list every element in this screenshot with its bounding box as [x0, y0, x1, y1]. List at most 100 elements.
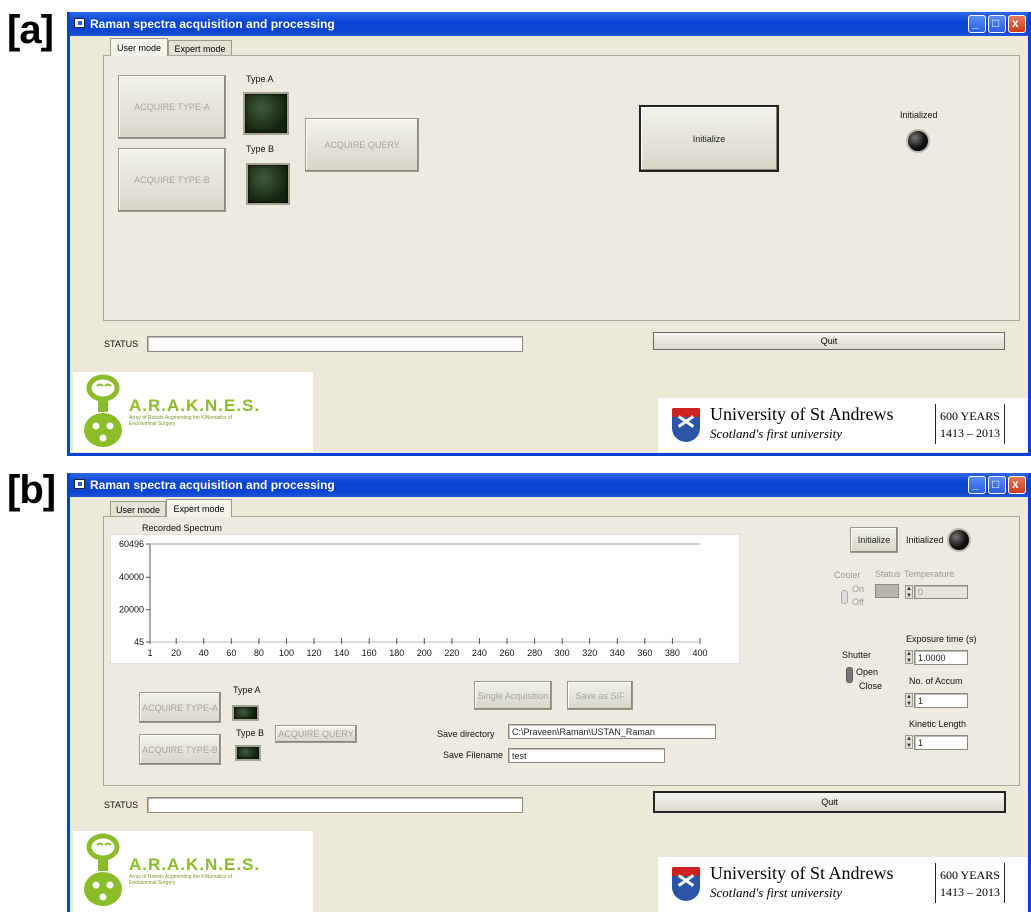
tab-user-mode[interactable]: User mode [110, 38, 168, 56]
exposure-label: Exposure time (s) [906, 634, 977, 644]
shutter-close-label: Close [859, 681, 883, 691]
tab-page: Recorded Spectrum 60496 40000 20000 45 1 20 40… [103, 516, 1020, 786]
y-tick-label: 60496 [119, 539, 144, 549]
x-tick-label: 40 [199, 648, 209, 658]
save-as-sif-button[interactable]: Save as SIF [567, 681, 633, 710]
cooler-on-label: On [852, 584, 865, 594]
araknes-subtitle: Array of Robots Augmenting the KiNematic… [129, 415, 233, 427]
x-tick-label: 80 [254, 648, 264, 658]
status-field [147, 797, 523, 813]
type-a-label: Type A [246, 74, 274, 84]
exposure-spinner[interactable]: ▲ ▼ [905, 650, 913, 664]
x-tick-label: 100 [279, 648, 294, 658]
x-tick-label: 160 [362, 648, 377, 658]
x-tick-label: 320 [582, 648, 597, 658]
kinetic-label: Kinetic Length [909, 719, 967, 729]
minimize-button[interactable]: _ [968, 476, 986, 494]
x-tick-label: 120 [307, 648, 322, 658]
x-tick-label: 340 [610, 648, 625, 658]
maximize-button[interactable]: □ [988, 15, 1006, 33]
cooler-toggle[interactable] [841, 590, 848, 604]
shutter-toggle[interactable] [846, 667, 853, 683]
maximize-icon: □ [992, 16, 1000, 30]
x-tick-label: 20 [171, 648, 181, 658]
single-acquisition-button[interactable]: Single Acquisition [474, 681, 552, 710]
x-tick-label: 1 [147, 648, 152, 658]
temperature-spinner[interactable]: ▲ ▼ [905, 585, 913, 599]
cooler-status-indicator [875, 584, 899, 598]
status-label: STATUS [104, 800, 139, 810]
accum-field[interactable]: 1 [914, 693, 968, 708]
x-tick-label: 60 [226, 648, 236, 658]
x-tick-label: 240 [472, 648, 487, 658]
close-icon: x [1012, 16, 1019, 30]
x-tick-label: 200 [417, 648, 432, 658]
minimize-button[interactable]: _ [968, 15, 986, 33]
spectrum-chart: 604964000020000451 20 40 60 80 100 120 140 160 18… [110, 534, 740, 664]
close-icon: x [1012, 477, 1019, 491]
quit-button[interactable]: Quit [653, 791, 1006, 813]
maximize-icon: □ [992, 477, 1000, 491]
cooler-off-label: Off [852, 597, 864, 607]
university-name: University of St Andrews [710, 863, 894, 883]
app-icon [74, 18, 85, 28]
acquire-query-button[interactable]: ACQUIRE QUERY [275, 725, 357, 743]
close-button[interactable]: x [1008, 476, 1026, 494]
type-a-label: Type A [233, 685, 261, 695]
tab-user-mode[interactable]: User mode [110, 501, 166, 517]
anniversary-range: 1413 – 2013 [940, 426, 1000, 440]
x-tick-label: 300 [555, 648, 570, 658]
x-tick-label: 140 [334, 648, 349, 658]
cooler-label: Cooler [834, 570, 861, 580]
exposure-field[interactable]: 1.0000 [914, 650, 968, 665]
chart-title: Recorded Spectrum [142, 523, 223, 533]
university-tagline: Scotland's first university [710, 885, 843, 900]
status-label: STATUS [104, 339, 139, 349]
kinetic-spinner[interactable]: ▲ ▼ [905, 735, 913, 749]
quit-button[interactable]: Quit [653, 332, 1005, 350]
acquire-type-a-button[interactable]: ACQUIRE TYPE-A [118, 75, 226, 139]
acquire-type-b-button[interactable]: ACQUIRE TYPE-B [139, 734, 221, 765]
maximize-button[interactable]: □ [988, 476, 1006, 494]
initialize-button[interactable]: Initialize [850, 527, 898, 553]
app-icon [74, 479, 85, 489]
save-directory-field[interactable]: C:\Praveen\Raman\USTAN_Raman [508, 724, 716, 739]
acquire-type-b-button[interactable]: ACQUIRE TYPE-B [118, 148, 226, 212]
araknes-subtitle: Array of Robots Augmenting the KiNematic… [129, 874, 233, 886]
window-title: Raman spectra acquisition and processing [90, 17, 335, 31]
chart-background [110, 534, 740, 664]
temperature-field: 0 [914, 585, 968, 599]
acquire-query-button[interactable]: ACQUIRE QUERY [305, 118, 419, 172]
titlebar: Raman spectra acquisition and processing… [70, 473, 1028, 497]
university-tagline: Scotland's first university [710, 426, 843, 441]
x-tick-label: 380 [665, 648, 680, 658]
kinetic-field[interactable]: 1 [914, 735, 968, 750]
x-tick-label: 360 [637, 648, 652, 658]
araknes-wordmark: A.R.A.K.N.E.S. [129, 855, 261, 874]
status-field [147, 336, 523, 352]
initialized-lamp [947, 528, 971, 552]
araknes-logo: A.R.A.K.N.E.S. Array of Robots Augmentin… [73, 831, 313, 912]
save-filename-field[interactable]: test [508, 748, 665, 763]
type-b-label: Type B [246, 144, 275, 154]
panel-label-a: [a] [7, 8, 54, 52]
minimize-icon: _ [972, 16, 979, 30]
tab-expert-mode[interactable]: Expert mode [166, 499, 232, 517]
shutter-label: Shutter [842, 650, 872, 660]
acquire-type-a-button[interactable]: ACQUIRE TYPE-A [139, 692, 221, 723]
save-directory-label: Save directory [437, 729, 495, 739]
type-a-indicator [243, 92, 289, 135]
anniversary-years: 600 YEARS [940, 409, 1000, 423]
close-button[interactable]: x [1008, 15, 1026, 33]
titlebar: Raman spectra acquisition and processing… [70, 12, 1028, 36]
shutter-open-label: Open [856, 667, 879, 677]
x-tick-label: 260 [500, 648, 515, 658]
tab-expert-mode[interactable]: Expert mode [168, 40, 232, 56]
type-b-indicator [246, 163, 290, 205]
accum-label: No. of Accum [909, 676, 963, 686]
accum-spinner[interactable]: ▲ ▼ [905, 693, 913, 707]
initialized-label: Initialized [906, 535, 944, 545]
initialize-button[interactable]: Initialize [639, 105, 779, 172]
araknes-wordmark: A.R.A.K.N.E.S. [129, 396, 261, 415]
window-title: Raman spectra acquisition and processing [90, 478, 335, 492]
